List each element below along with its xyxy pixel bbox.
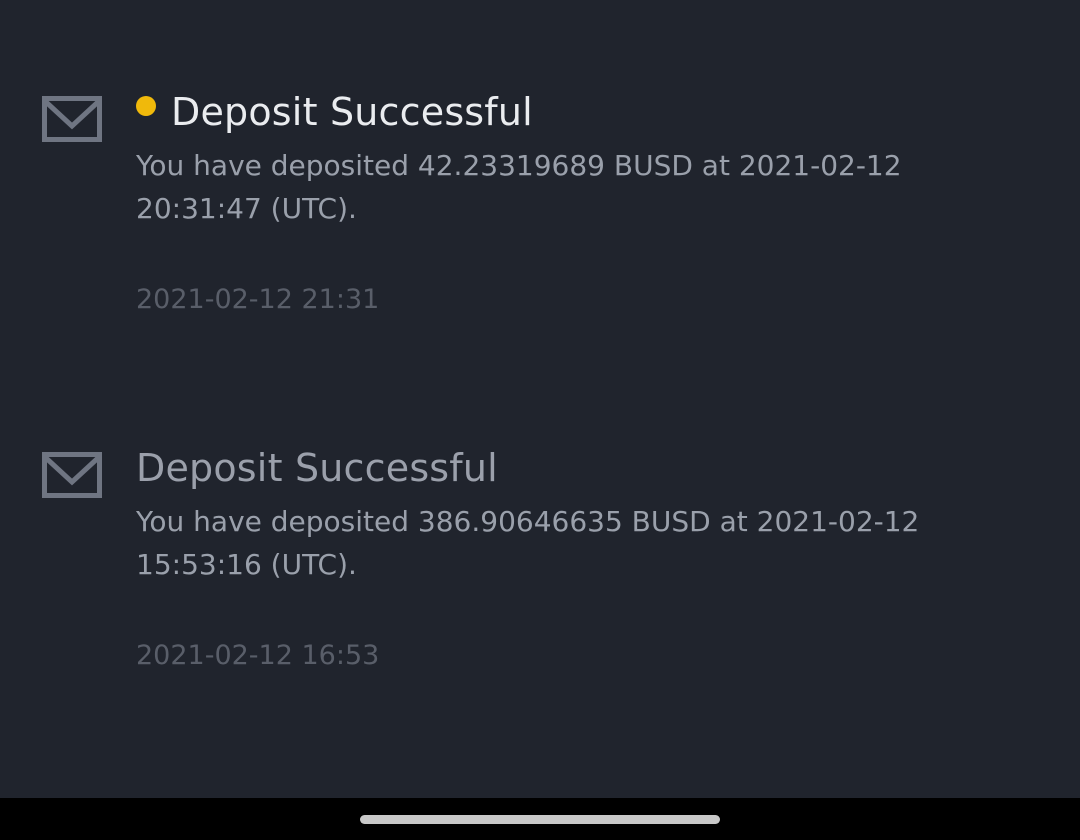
notification-body: You have deposited 42.23319689 BUSD at 2… [136, 149, 902, 225]
notification-timestamp: 2021-02-12 21:31 [136, 284, 380, 315]
mail-icon [42, 452, 102, 500]
mail-icon [42, 96, 102, 144]
notification-title: Deposit Successful [171, 90, 533, 134]
notification-list-screen: Deposit Successful You have deposited 42… [0, 0, 1080, 840]
notification-timestamp: 2021-02-12 16:53 [136, 640, 380, 671]
unread-indicator-dot [136, 96, 156, 116]
notification-title: Deposit Successful [136, 446, 498, 490]
notification-body: You have deposited 386.90646635 BUSD at … [136, 505, 920, 581]
system-navigation-bar [0, 798, 1080, 840]
home-indicator[interactable] [360, 815, 720, 824]
